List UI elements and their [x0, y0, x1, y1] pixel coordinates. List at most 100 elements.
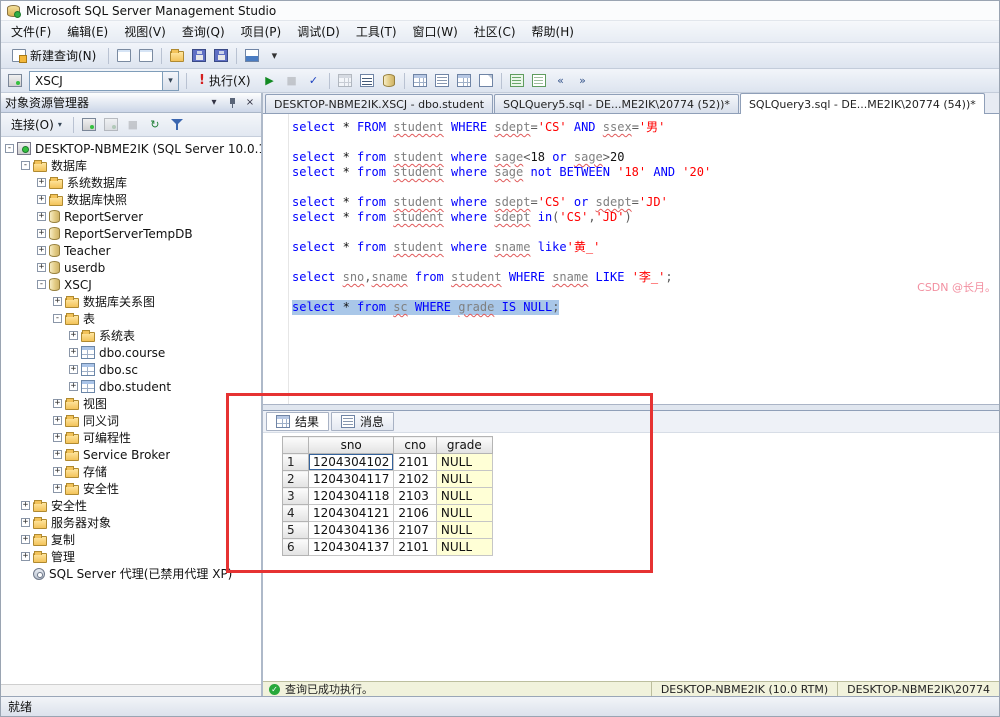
grid-cell[interactable]: 2102 — [394, 471, 437, 488]
tree-node[interactable]: +dbo.sc — [1, 361, 261, 378]
tree-node[interactable]: -XSCJ — [1, 276, 261, 293]
tree-expander[interactable]: + — [69, 365, 78, 374]
grid-cell[interactable]: 1204304121 — [309, 505, 394, 522]
editor-line[interactable]: select * FROM student WHERE sdept='CS' A… — [292, 120, 711, 135]
grid-cell[interactable]: 1204304136 — [309, 522, 394, 539]
grid-cell[interactable]: 1204304137 — [309, 539, 394, 556]
tree-node[interactable]: +dbo.course — [1, 344, 261, 361]
grid-cell[interactable]: 2106 — [394, 505, 437, 522]
menu-item[interactable]: 编辑(E) — [59, 20, 116, 43]
tree-expander[interactable]: + — [37, 263, 46, 272]
grid-cell[interactable]: 1204304118 — [309, 488, 394, 505]
tree-expander[interactable]: + — [37, 195, 46, 204]
database-combo[interactable]: XSCJ ▾ — [29, 71, 179, 91]
tree-expander[interactable]: + — [21, 518, 30, 527]
document-tab[interactable]: DESKTOP-NBME2IK.XSCJ - dbo.student — [265, 94, 493, 113]
tree-expander[interactable]: + — [21, 501, 30, 510]
grid-row-number[interactable]: 4 — [283, 505, 309, 522]
grid-cell[interactable]: NULL — [436, 454, 492, 471]
editor-line[interactable]: select * from sc WHERE grade IS NULL; — [292, 300, 711, 315]
new-query-button[interactable]: 新建查询(N) — [5, 45, 103, 66]
query-options-icon[interactable] — [357, 71, 377, 90]
increase-indent-icon[interactable]: » — [573, 71, 593, 90]
tree-node[interactable]: +复制 — [1, 531, 261, 548]
decrease-indent-icon[interactable]: « — [551, 71, 571, 90]
tree-node[interactable]: +同义词 — [1, 412, 261, 429]
tree-node[interactable]: +安全性 — [1, 497, 261, 514]
tree-node[interactable]: +系统表 — [1, 327, 261, 344]
change-connection-icon[interactable] — [5, 71, 25, 90]
tree-node[interactable]: SQL Server 代理(已禁用代理 XP) — [1, 565, 261, 582]
tree-node[interactable]: +userdb — [1, 259, 261, 276]
include-actual-plan-icon[interactable] — [410, 71, 430, 90]
pin-icon[interactable] — [225, 96, 239, 110]
tree-node[interactable]: +ReportServer — [1, 208, 261, 225]
tree-expander[interactable]: + — [21, 535, 30, 544]
grid-cell[interactable]: NULL — [436, 471, 492, 488]
tree-expander[interactable]: + — [53, 484, 62, 493]
tree-horizontal-scrollbar[interactable] — [1, 684, 261, 696]
results-tab[interactable]: 消息 — [331, 412, 394, 431]
tree-expander[interactable]: + — [53, 450, 62, 459]
tree-node[interactable]: +服务器对象 — [1, 514, 261, 531]
editor-line[interactable] — [292, 255, 711, 270]
tree-expander[interactable]: + — [69, 382, 78, 391]
grid-row-number[interactable]: 1 — [283, 454, 309, 471]
grid-cell[interactable]: NULL — [436, 488, 492, 505]
document-tab[interactable]: SQLQuery3.sql - DE...ME2IK\20774 (54))* — [740, 93, 985, 114]
results-tab[interactable]: 结果 — [266, 412, 329, 431]
grid-cell[interactable]: 2103 — [394, 488, 437, 505]
menu-item[interactable]: 文件(F) — [3, 20, 59, 43]
tree-node[interactable]: +视图 — [1, 395, 261, 412]
menu-item[interactable]: 社区(C) — [466, 20, 524, 43]
database-engine-query-icon[interactable] — [114, 46, 134, 65]
menu-item[interactable]: 工具(T) — [348, 20, 405, 43]
analysis-services-query-icon[interactable] — [136, 46, 156, 65]
chevron-down-icon[interactable]: ▾ — [207, 96, 221, 110]
execute-button[interactable]: ! 执行(X) — [192, 70, 258, 91]
tree-node[interactable]: +ReportServerTempDB — [1, 225, 261, 242]
tree-node[interactable]: +Teacher — [1, 242, 261, 259]
tree-expander[interactable]: + — [37, 246, 46, 255]
grid-cell[interactable]: 2107 — [394, 522, 437, 539]
grid-cell[interactable]: 1204304117 — [309, 471, 394, 488]
uncomment-icon[interactable] — [529, 71, 549, 90]
menu-item[interactable]: 帮助(H) — [524, 20, 582, 43]
refresh-icon[interactable]: ↻ — [145, 115, 165, 134]
save-all-icon[interactable] — [211, 46, 231, 65]
tree-node[interactable]: +系统数据库 — [1, 174, 261, 191]
editor-line[interactable] — [292, 285, 711, 300]
tree-node[interactable]: +可编程性 — [1, 429, 261, 446]
debug-icon[interactable]: ▶ — [260, 71, 280, 90]
editor-line[interactable]: select * from student where sdept in('CS… — [292, 210, 711, 225]
menu-item[interactable]: 调试(D) — [289, 20, 348, 43]
close-icon[interactable]: × — [243, 96, 257, 110]
filter-icon[interactable] — [167, 115, 187, 134]
connect-button[interactable]: 连接(O) ▾ — [5, 114, 68, 135]
grid-cell[interactable]: NULL — [436, 539, 492, 556]
grid-cell[interactable]: 2101 — [394, 539, 437, 556]
results-to-file-icon[interactable] — [476, 71, 496, 90]
sql-editor[interactable]: select * FROM student WHERE sdept='CS' A… — [263, 114, 999, 404]
grid-cell[interactable]: NULL — [436, 522, 492, 539]
document-tab[interactable]: SQLQuery5.sql - DE...ME2IK\20774 (52))* — [494, 94, 739, 113]
tree-expander[interactable]: - — [21, 161, 30, 170]
tree-expander[interactable]: + — [53, 433, 62, 442]
tree-node[interactable]: +存储 — [1, 463, 261, 480]
grid-row-number[interactable]: 3 — [283, 488, 309, 505]
editor-line[interactable] — [292, 225, 711, 240]
tree-expander[interactable]: + — [53, 467, 62, 476]
comment-icon[interactable] — [507, 71, 527, 90]
tree-expander[interactable]: - — [53, 314, 62, 323]
editor-line[interactable]: select sno,sname from student WHERE snam… — [292, 270, 711, 285]
activity-monitor-icon[interactable] — [242, 46, 262, 65]
tree-expander[interactable]: + — [69, 331, 78, 340]
connect-object-icon[interactable] — [79, 115, 99, 134]
tree-node[interactable]: +安全性 — [1, 480, 261, 497]
editor-line[interactable]: select * from student where sage<18 or s… — [292, 150, 711, 165]
grid-column-header[interactable]: sno — [309, 437, 394, 454]
tree-expander[interactable]: + — [37, 178, 46, 187]
editor-line[interactable] — [292, 135, 711, 150]
grid-cell[interactable]: 2101 — [394, 454, 437, 471]
tree-expander[interactable]: + — [69, 348, 78, 357]
